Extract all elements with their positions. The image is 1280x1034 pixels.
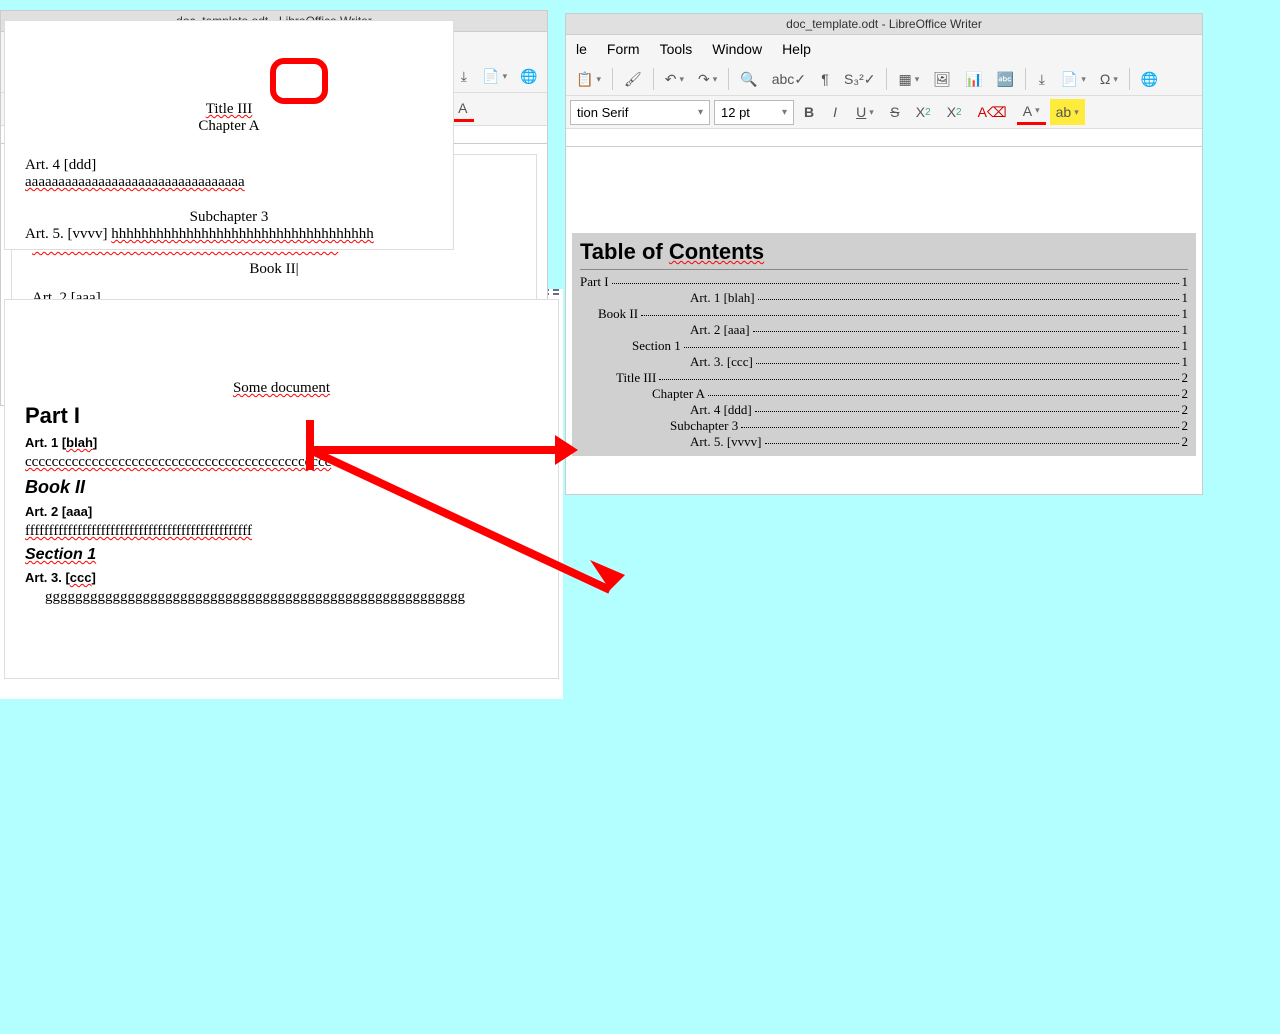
field-icon[interactable]: 📄 [1055, 66, 1092, 92]
part-heading-styled: Part I [25, 403, 538, 429]
table-of-contents: Table of Table of ContentsContents Part … [572, 233, 1196, 456]
find-icon[interactable]: 🔍 [734, 66, 763, 92]
toc-page[interactable]: Table of Table of ContentsContents Part … [572, 153, 1196, 473]
article-line: Art. 4 [ddd] [25, 157, 433, 174]
chapter-numbering-icon[interactable]: S₃²✓ [838, 66, 881, 92]
font-size-combo[interactable]: 12 pt [714, 100, 794, 125]
page-fragment-2: Title III Chapter A Art. 4 [ddd] aaaaaaa… [0, 10, 458, 285]
window-title: doc_template.odt - LibreOffice Writer [566, 14, 1202, 35]
toc-title: Table of Table of ContentsContents [580, 239, 1188, 265]
underline-icon[interactable]: U [850, 99, 880, 125]
body-text: aaaaaaaaaaaaaaaaaaaaaaaaaaaaaaaaa [25, 174, 433, 191]
subchapter-heading: Subchapter 3 [25, 209, 433, 226]
toc-entry[interactable]: Chapter A2 [580, 386, 1188, 402]
clone-format-icon[interactable]: 🖌 [618, 66, 648, 92]
chapter-heading: Chapter A [25, 118, 433, 135]
book-heading: Book II| [32, 261, 516, 278]
menu-window[interactable]: Window [704, 39, 770, 59]
book-heading-styled: Book II [25, 477, 538, 498]
toc-entry[interactable]: Title III2 [580, 370, 1188, 386]
toc-entry[interactable]: Art. 4 [ddd]2 [580, 402, 1188, 418]
formatting-marks-icon[interactable]: ¶ [814, 66, 836, 92]
toc-entry[interactable]: Book II1 [580, 306, 1188, 322]
menu-help[interactable]: Help [774, 39, 819, 59]
toc-entry[interactable]: Part I1 [580, 274, 1188, 290]
toolbar-main: 📋 🖌 ↶ ↷ 🔍 abc✓ ¶ S₃²✓ ▦ 🖼 📊 🔤 ⤓ 📄 Ω 🌐 [566, 63, 1202, 96]
body-text: cccccccccccccccccccccccccccccccccccccccc… [25, 454, 538, 471]
superscript-icon[interactable]: X2 [910, 99, 937, 125]
document-page-styled[interactable]: Some document Part I Art. 1 [blah] ccccc… [4, 299, 559, 679]
toolbar-format: tion Serif 12 pt B I U S X2 X2 A⌫ A ab [566, 96, 1202, 129]
highlight-icon[interactable]: ab [1050, 99, 1085, 125]
article-heading-styled: Art. 3. [ccc] [25, 570, 538, 585]
strike-icon[interactable]: S [884, 99, 906, 125]
redo-icon[interactable]: ↷ [692, 66, 723, 92]
menubar: le Form Tools Window Help [566, 35, 1202, 63]
hyperlink-icon[interactable]: 🌐 [1135, 66, 1164, 92]
writer-window-after: doc_template.odt - LibreOffice Writer le… [565, 13, 1203, 495]
doc-title: Some document [25, 380, 538, 397]
field-icon[interactable]: 📄 [477, 63, 513, 89]
article-line: Art. 5. [vvvv] hhhhhhhhhhhhhhhhhhhhhhhhh… [25, 226, 433, 243]
toc-entry[interactable]: Art. 2 [aaa]1 [580, 322, 1188, 338]
paste-icon[interactable]: 📋 [570, 66, 607, 92]
hyperlink-icon[interactable]: 🌐 [515, 63, 544, 89]
undo-icon[interactable]: ↶ [659, 66, 690, 92]
article-heading-styled: Art. 2 [aaa] [25, 504, 538, 519]
toc-entry[interactable]: Art. 5. [vvvv]2 [580, 434, 1188, 450]
menu-le[interactable]: le [568, 39, 595, 59]
textbox-icon[interactable]: 🔤 [990, 66, 1019, 92]
bold-icon[interactable]: B [798, 99, 820, 125]
font-name-combo[interactable]: tion Serif [570, 100, 710, 125]
title-heading: Title III [25, 101, 433, 118]
menu-tools[interactable]: Tools [652, 39, 701, 59]
toc-entry[interactable]: Section 11 [580, 338, 1188, 354]
chart-icon[interactable]: 📊 [959, 66, 988, 92]
menu-form[interactable]: Form [599, 39, 648, 59]
pagebreak-icon[interactable]: ⤓ [453, 63, 475, 89]
toc-entry[interactable]: Art. 1 [blah]1 [580, 290, 1188, 306]
font-color-icon[interactable]: A [452, 96, 474, 122]
special-char-icon[interactable]: Ω [1094, 66, 1124, 92]
section-heading-styled: Section 1 [25, 546, 538, 564]
pagebreak-icon[interactable]: ⤓ [1031, 66, 1053, 92]
font-color-icon[interactable]: A [1017, 99, 1046, 125]
spellcheck-icon[interactable]: abc✓ [766, 66, 812, 92]
table-icon[interactable]: ▦ [892, 66, 925, 92]
toc-entry[interactable]: Subchapter 32 [580, 418, 1188, 434]
image-icon[interactable]: 🖼 [927, 66, 957, 92]
page-fragment-styled: Some document Part I Art. 1 [blah] ccccc… [0, 289, 563, 699]
italic-icon[interactable]: I [824, 99, 846, 125]
body-text: ffffffffffffffffffffffffffffffffffffffff… [25, 523, 538, 540]
clear-format-icon[interactable]: A⌫ [972, 99, 1013, 125]
toc-entry[interactable]: Art. 3. [ccc]1 [580, 354, 1188, 370]
ruler [566, 129, 1202, 147]
article-heading-styled: Art. 1 [blah] [25, 435, 538, 450]
document-page-2[interactable]: Title III Chapter A Art. 4 [ddd] aaaaaaa… [4, 20, 454, 250]
subscript-icon[interactable]: X2 [941, 99, 968, 125]
body-text: gggggggggggggggggggggggggggggggggggggggg… [45, 589, 538, 606]
